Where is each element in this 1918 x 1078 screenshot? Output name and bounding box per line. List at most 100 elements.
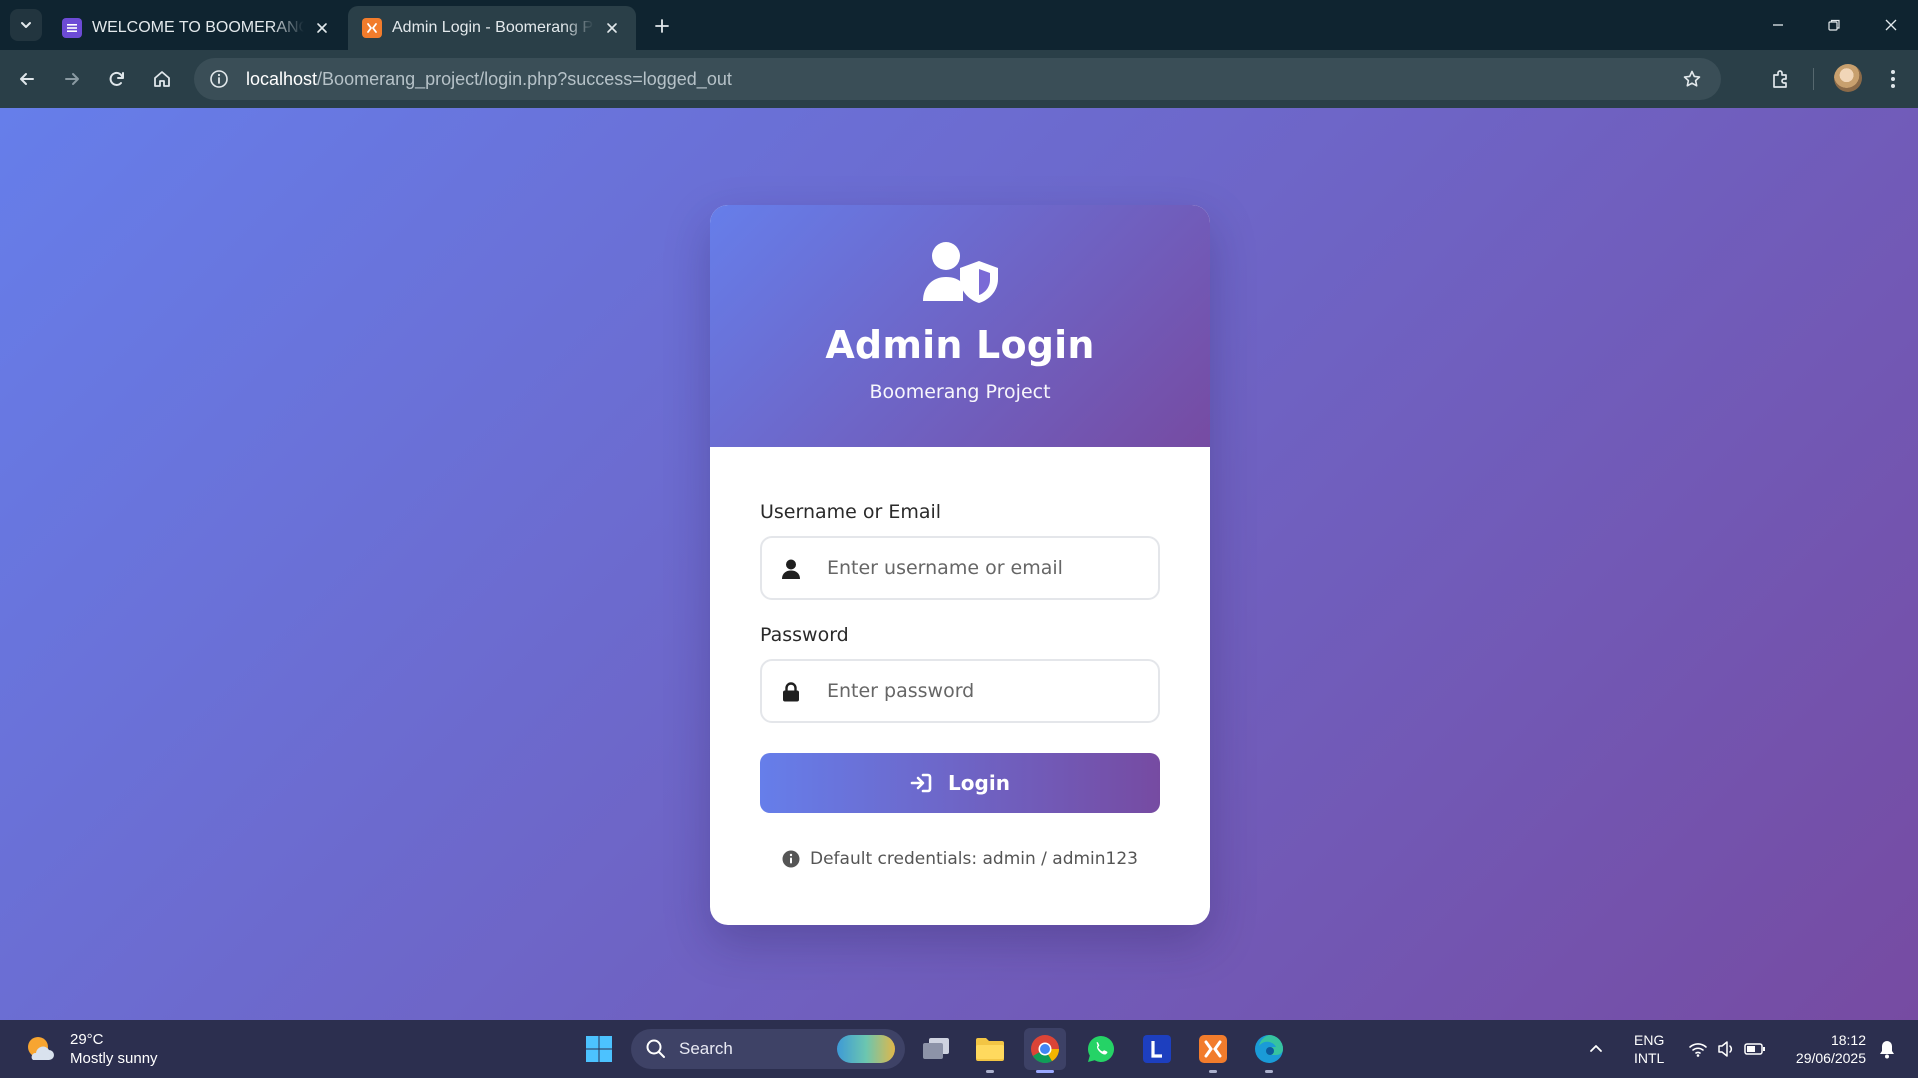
weather-temperature: 29°C [70,1031,104,1048]
system-clock[interactable]: 18:12 29/06/2025 [1796,1031,1866,1067]
plus-icon [655,19,669,33]
show-hidden-icons-button[interactable] [1582,1028,1610,1070]
taskbar-search[interactable]: Search [631,1029,905,1069]
info-circle-icon [782,850,800,868]
wifi-icon [1689,1043,1707,1057]
bell-icon [1880,1041,1894,1059]
chevron-down-icon [21,22,31,28]
tab-welcome[interactable]: WELCOME TO BOOMERANG SC [48,6,346,50]
notifications-button[interactable] [1872,1028,1902,1070]
letter-l-app-button[interactable] [1136,1028,1178,1070]
search-highlight-image [837,1035,895,1063]
username-input[interactable] [762,538,1158,598]
edge-icon [1255,1035,1283,1063]
keyboard-layout: INTL [1634,1050,1665,1066]
extensions-button[interactable] [1765,63,1797,95]
letter-l-app-icon [1143,1035,1171,1063]
restore-icon [1828,19,1840,31]
page-title: Admin Login [825,323,1095,367]
task-view-icon [923,1038,949,1059]
quick-settings-button[interactable] [1682,1028,1772,1070]
running-indicator [1209,1070,1217,1073]
reload-icon [109,71,124,86]
site-info-icon[interactable] [208,68,230,90]
search-label: Search [679,1039,733,1058]
battery-icon [1744,1043,1765,1055]
xampp-icon [1199,1035,1227,1063]
lock-icon [780,681,802,703]
tab-search-button[interactable] [10,9,42,41]
home-icon [154,71,170,87]
page-viewport: Admin Login Boomerang Project Username o… [0,108,1918,1020]
chevron-up-icon [1590,1045,1602,1052]
toolbar-divider [1813,68,1814,90]
password-input[interactable] [762,661,1158,721]
start-button[interactable] [578,1028,620,1070]
url-text: localhost/Boomerang_project/login.php?su… [246,69,732,90]
partly-sunny-icon [24,1033,56,1065]
minimize-button[interactable] [1763,10,1793,40]
forward-button[interactable] [56,63,88,95]
username-label: Username or Email [760,501,942,523]
close-tab-icon[interactable] [602,18,622,38]
running-indicator [1036,1070,1054,1073]
language-code: ENG [1634,1032,1665,1048]
tab-title: WELCOME TO BOOMERANG SC [92,19,304,36]
windows-logo-icon [586,1036,612,1062]
login-form: Username or Email Password Login [710,447,1210,869]
weather-condition: Mostly sunny [70,1050,158,1067]
kebab-menu-icon [1891,70,1895,88]
profile-avatar[interactable] [1834,64,1862,92]
task-view-button[interactable] [915,1028,957,1070]
back-button[interactable] [11,63,43,95]
running-indicator [986,1070,994,1073]
address-bar[interactable]: localhost/Boomerang_project/login.php?su… [194,58,1721,100]
chrome-icon [1031,1035,1059,1063]
speaker-icon [1718,1041,1733,1057]
new-tab-button[interactable] [648,12,676,40]
user-icon [780,558,802,580]
browser-toolbar: localhost/Boomerang_project/login.php?su… [0,50,1918,108]
browser-tab-strip: WELCOME TO BOOMERANG SC Admin Login - Bo… [0,0,1918,50]
xampp-button[interactable] [1192,1028,1234,1073]
tab-title: Admin Login - Boomerang Proj [392,19,594,36]
default-credentials-text: Default credentials: admin / admin123 [810,849,1138,869]
search-icon [645,1038,667,1060]
page-subtitle: Boomerang Project [869,381,1051,403]
browser-menu-button[interactable] [1877,63,1909,95]
clock-date: 29/06/2025 [1795,1050,1866,1066]
input-language-indicator[interactable]: ENG INTL [1634,1031,1664,1067]
field-gap [760,600,1160,624]
close-window-button[interactable] [1876,10,1906,40]
weather-widget[interactable]: 29°C Mostly sunny [24,1030,158,1068]
whatsapp-button[interactable] [1080,1028,1122,1070]
sign-in-icon [910,772,932,794]
running-indicator [1265,1070,1273,1073]
arrow-right-icon [65,73,79,85]
chrome-button[interactable] [1024,1028,1066,1073]
home-button[interactable] [146,63,178,95]
reload-button[interactable] [101,63,133,95]
whatsapp-icon [1088,1036,1115,1062]
username-field-wrapper [760,536,1160,600]
restore-button[interactable] [1819,10,1849,40]
login-card-header: Admin Login Boomerang Project [710,205,1210,447]
bookmark-star-icon[interactable] [1681,68,1703,90]
password-field-wrapper [760,659,1160,723]
default-credentials-hint: Default credentials: admin / admin123 [760,849,1160,869]
login-card: Admin Login Boomerang Project Username o… [710,205,1210,925]
tab-admin-login[interactable]: Admin Login - Boomerang Proj [348,6,636,50]
login-button-label: Login [948,771,1010,795]
close-tab-icon[interactable] [312,18,332,38]
xampp-icon [362,18,382,38]
url-path: /Boomerang_project/login.php?success=log… [317,68,732,89]
file-explorer-button[interactable] [969,1028,1011,1073]
password-label: Password [760,624,849,646]
user-shield-icon [923,242,998,303]
edge-button[interactable] [1248,1028,1290,1073]
clock-time: 18:12 [1830,1032,1866,1048]
puzzle-icon [1773,70,1787,88]
folder-icon [976,1038,1004,1061]
login-button[interactable]: Login [760,753,1160,813]
list-icon [62,18,82,38]
